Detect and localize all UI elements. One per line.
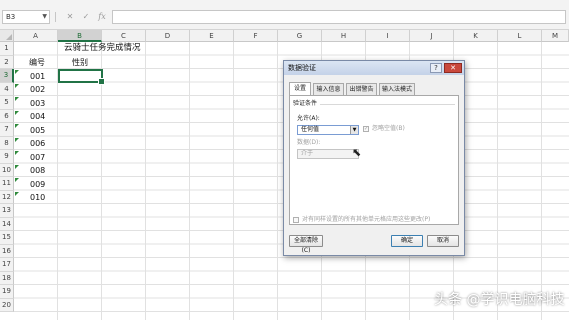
active-cell-b3[interactable]	[58, 69, 105, 85]
allow-select[interactable]: 任何值 ▼	[297, 125, 359, 135]
row-header-2[interactable]: 2	[0, 55, 14, 69]
id-cell[interactable]: 009	[30, 178, 45, 191]
validation-criteria-label: 验证条件	[293, 100, 318, 107]
tab-ime-mode[interactable]: 输入法模式	[379, 83, 415, 95]
ignore-blank-label: 忽略空值(B)	[372, 125, 405, 132]
row-header-18[interactable]: 18	[0, 271, 14, 285]
close-icon[interactable]: ✕	[444, 63, 462, 73]
header-gender-cell[interactable]: 性别	[72, 56, 88, 69]
row-header-4[interactable]: 4	[0, 82, 14, 96]
watermark-text: 头条 @学识电脑科技	[434, 292, 565, 308]
apply-all-checkbox[interactable]	[293, 217, 299, 223]
id-cell[interactable]: 010	[30, 191, 45, 204]
column-header-m[interactable]: M	[542, 30, 569, 42]
id-cell[interactable]: 003	[30, 97, 45, 110]
allow-select-value: 任何值	[301, 126, 320, 133]
tab-error-alert[interactable]: 出错警告	[346, 83, 377, 95]
column-header-i[interactable]: I	[366, 30, 410, 42]
tab-settings[interactable]: 设置	[289, 82, 311, 95]
column-header-d[interactable]: D	[146, 30, 190, 42]
column-header-l[interactable]: L	[498, 30, 542, 42]
name-box-value: B3	[6, 13, 16, 21]
row-header-17[interactable]: 17	[0, 258, 14, 272]
chevron-down-icon[interactable]: ▼	[350, 126, 358, 134]
error-indicator-icon[interactable]	[15, 110, 19, 115]
row-header-16[interactable]: 16	[0, 244, 14, 258]
cancel-entry-icon[interactable]: ✕	[64, 10, 76, 24]
help-icon[interactable]: ?	[430, 63, 442, 73]
id-cell[interactable]: 004	[30, 110, 45, 123]
column-header-e[interactable]: E	[190, 30, 234, 42]
row-header-10[interactable]: 10	[0, 163, 14, 177]
mouse-cursor-icon: ⬉	[352, 146, 362, 159]
column-header-j[interactable]: J	[410, 30, 454, 42]
row-header-8[interactable]: 8	[0, 136, 14, 150]
data-label: 数据(D):	[297, 139, 321, 146]
allow-label: 允许(A):	[297, 115, 320, 122]
id-cell[interactable]: 008	[30, 164, 45, 177]
sheet-title[interactable]: 云骑士任务完成情况	[64, 42, 141, 55]
row-header-13[interactable]: 13	[0, 204, 14, 218]
select-all-corner[interactable]	[0, 30, 14, 42]
error-indicator-icon[interactable]	[15, 70, 19, 74]
section-divider	[320, 104, 455, 105]
header-id-cell[interactable]: 编号	[29, 56, 45, 69]
dialog-title: 数据验证	[288, 64, 316, 72]
settings-panel: 验证条件 允许(A): 任何值 ▼ ✓ 忽略空值(B) 数据(D): 介于 ⬉ …	[289, 95, 459, 225]
id-cell[interactable]: 005	[30, 124, 45, 137]
data-select-value: 介于	[301, 150, 314, 157]
id-cell[interactable]: 006	[30, 137, 45, 150]
data-validation-dialog: 数据验证 ? ✕ 设置 输入信息 出错警告 输入法模式 验证条件 允许(A): …	[283, 60, 465, 256]
row-header-3[interactable]: 3	[0, 69, 14, 83]
cancel-button[interactable]: 取消	[427, 235, 459, 247]
error-indicator-icon[interactable]	[15, 97, 19, 101]
chevron-down-icon[interactable]: ▼	[42, 11, 47, 23]
row-header-19[interactable]: 19	[0, 285, 14, 299]
id-cell[interactable]: 002	[30, 83, 45, 96]
row-header-20[interactable]: 20	[0, 298, 14, 312]
dialog-titlebar[interactable]: 数据验证 ? ✕	[284, 61, 464, 75]
error-indicator-icon[interactable]	[15, 83, 19, 88]
error-indicator-icon[interactable]	[15, 124, 19, 128]
row-header-11[interactable]: 11	[0, 177, 14, 191]
clear-all-button[interactable]: 全部清除(C)	[289, 235, 323, 254]
id-cell[interactable]: 001	[30, 70, 45, 83]
insert-function-icon[interactable]: fx	[96, 10, 108, 24]
formula-bar: B3 ▼ ✕ ✓ fx	[0, 0, 569, 30]
column-header-b[interactable]: B	[58, 30, 102, 42]
row-header-6[interactable]: 6	[0, 109, 14, 123]
ok-button[interactable]: 确定	[391, 235, 423, 247]
data-select[interactable]: 介于	[297, 149, 359, 159]
column-header-a[interactable]: A	[14, 30, 58, 42]
error-indicator-icon[interactable]	[15, 151, 19, 155]
tab-input-message[interactable]: 输入信息	[313, 83, 344, 95]
row-header-5[interactable]: 5	[0, 96, 14, 110]
column-header-g[interactable]: G	[278, 30, 322, 42]
row-header-7[interactable]: 7	[0, 123, 14, 137]
name-box[interactable]: B3 ▼	[2, 10, 50, 24]
column-header-k[interactable]: K	[454, 30, 498, 42]
row-header-12[interactable]: 12	[0, 190, 14, 204]
error-indicator-icon[interactable]	[15, 164, 19, 169]
row-header-15[interactable]: 15	[0, 231, 14, 245]
column-header-f[interactable]: F	[234, 30, 278, 42]
error-indicator-icon[interactable]	[15, 178, 19, 182]
row-header-9[interactable]: 9	[0, 150, 14, 164]
id-cell[interactable]: 007	[30, 151, 45, 164]
formula-bar-divider	[55, 12, 56, 22]
row-header-14[interactable]: 14	[0, 217, 14, 231]
ignore-blank-checkbox[interactable]: ✓	[363, 126, 369, 132]
apply-all-label: 对有同样设置的所有其他单元格应用这些更改(P)	[302, 216, 431, 223]
row-header-1[interactable]: 1	[0, 42, 14, 56]
column-header-h[interactable]: H	[322, 30, 366, 42]
error-indicator-icon[interactable]	[15, 137, 19, 142]
error-indicator-icon[interactable]	[15, 191, 19, 196]
confirm-entry-icon[interactable]: ✓	[80, 10, 92, 24]
formula-input[interactable]	[112, 10, 566, 24]
column-header-c[interactable]: C	[102, 30, 146, 42]
